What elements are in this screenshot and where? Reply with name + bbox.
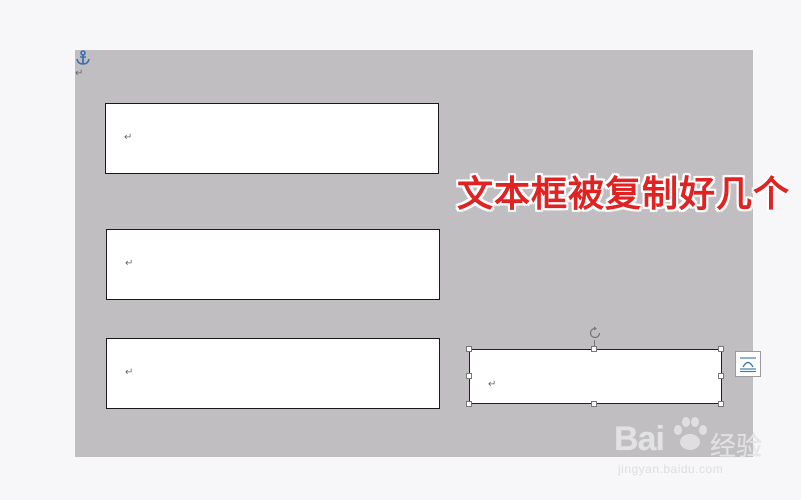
resize-handle-left[interactable] [466,373,472,379]
watermark: Bai 经验 jingyan.baidu.com [614,410,774,485]
layout-options-icon [740,357,756,373]
resize-handle-top-right[interactable] [718,346,724,352]
watermark-brand: Bai [614,420,665,458]
textbox-paragraph-mark: ↵ [488,379,497,390]
text-box-3[interactable]: ↵ [106,338,440,409]
watermark-url: jingyan.baidu.com [618,462,724,476]
anchor-icon [76,50,90,65]
resize-handle-top-left[interactable] [466,346,472,352]
resize-handle-right[interactable] [718,373,724,379]
layout-options-button[interactable] [735,351,761,377]
watermark-suffix: 经验 [710,432,763,462]
rotate-handle-icon[interactable] [587,325,603,341]
annotation-caption: 文本框被复制好几个 [457,174,791,215]
resize-handle-bottom-right[interactable] [718,401,724,407]
text-box-1[interactable]: ↵ [105,103,439,174]
paw-logo-icon [674,417,707,450]
resize-handle-top[interactable] [591,346,597,352]
paragraph-mark: ↵ [75,68,84,79]
text-box-selected[interactable]: ↵ [469,349,722,404]
resize-handle-bottom-left[interactable] [466,401,472,407]
resize-handle-bottom[interactable] [591,401,597,407]
textbox-paragraph-mark: ↵ [125,258,134,269]
textbox-paragraph-mark: ↵ [125,367,134,378]
textbox-paragraph-mark: ↵ [124,132,133,143]
text-box-2[interactable]: ↵ [106,229,440,300]
